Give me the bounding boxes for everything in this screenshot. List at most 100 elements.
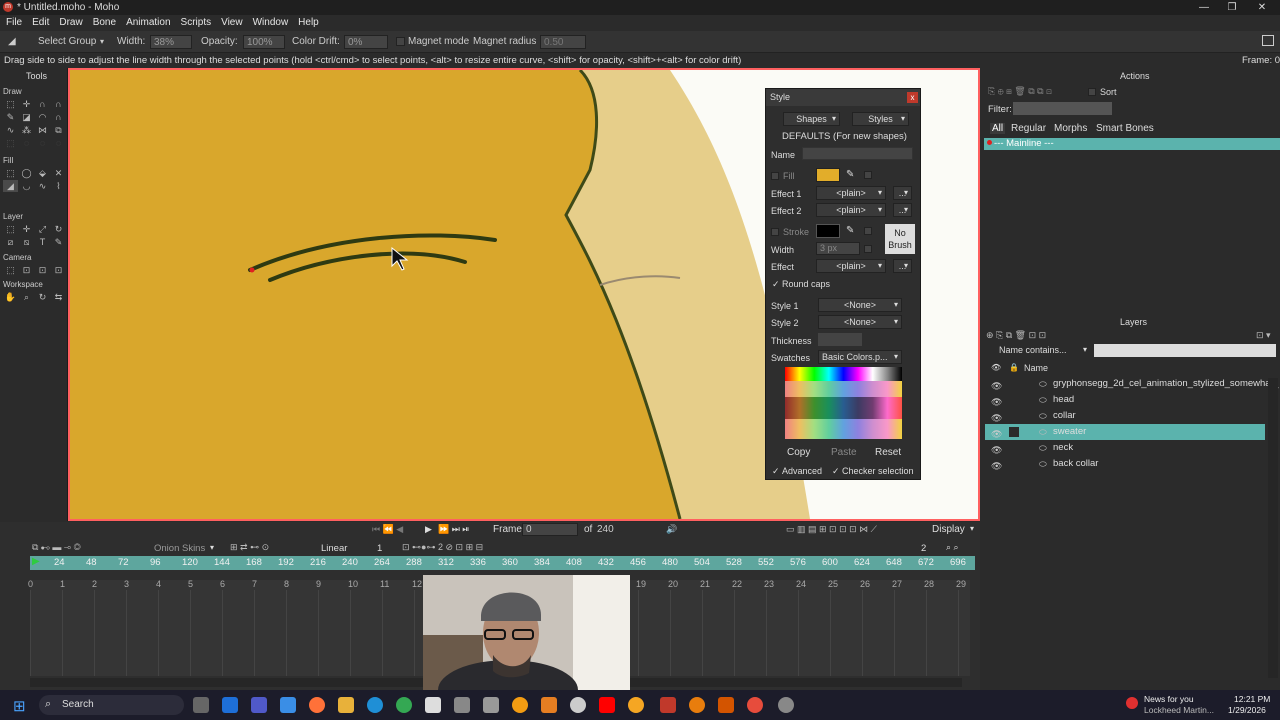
menu-bone[interactable]: Bone: [93, 17, 116, 28]
width-extra-checkbox[interactable]: [864, 245, 872, 253]
name-input[interactable]: [802, 147, 913, 160]
swatches-dropdown[interactable]: Basic Colors.p...: [818, 350, 902, 364]
delete-shape-icon[interactable]: ✕: [51, 167, 66, 179]
teams-icon[interactable]: [251, 697, 267, 713]
timeline-tool-icons[interactable]: ⧉ ⊷ ▬ ⊸ ◎: [32, 542, 81, 553]
blender-icon[interactable]: [689, 697, 705, 713]
onion-skins-dropdown[interactable]: Onion Skins: [154, 543, 205, 554]
track-camera-icon[interactable]: ⬚: [3, 264, 18, 276]
rotate-workspace-icon[interactable]: ↻: [35, 291, 50, 303]
eyedropper-icon[interactable]: ✎: [51, 236, 66, 248]
stroke-width-input[interactable]: 3 px: [816, 242, 860, 255]
timeline-zoom-icons[interactable]: ⌕ ⌕: [946, 542, 959, 553]
shear-icon[interactable]: ⧉: [51, 124, 66, 136]
delete-edge-icon[interactable]: ◠: [35, 111, 50, 123]
menu-draw[interactable]: Draw: [59, 17, 82, 28]
sort-checkbox[interactable]: [1088, 88, 1096, 96]
checker-selection-checkbox[interactable]: ✓: [832, 466, 840, 477]
stroke-eyedropper-icon[interactable]: ✎: [846, 225, 854, 236]
scatter-icon[interactable]: ⁂: [19, 124, 34, 136]
app-icon-3[interactable]: [512, 697, 528, 713]
magnet-mode-checkbox[interactable]: [396, 37, 405, 46]
visibility-eye-icon[interactable]: 👁: [991, 458, 1002, 474]
firefox-icon[interactable]: [309, 697, 325, 713]
menu-animation[interactable]: Animation: [126, 17, 170, 28]
ruler-bar[interactable]: ▶ 24 48 72 96 120 144 168 192 216 240 264 288 312 336…: [30, 556, 975, 570]
layer-lock-icon[interactable]: [1009, 427, 1019, 437]
app-icon-1[interactable]: [454, 697, 470, 713]
noise-icon[interactable]: ∿: [3, 124, 18, 136]
line-width-icon[interactable]: ◢: [3, 180, 18, 192]
openai-icon[interactable]: [570, 697, 586, 713]
curve-profile-icon[interactable]: ⌇: [51, 180, 66, 192]
perspective-icon[interactable]: ⋈: [35, 124, 50, 136]
color-drift-input[interactable]: 0%: [344, 35, 388, 49]
layer-lock-icon[interactable]: [1009, 443, 1019, 453]
name-contains-dropdown[interactable]: Name contains...: [994, 344, 1090, 358]
swatch-palette[interactable]: [785, 367, 902, 439]
layer-row[interactable]: 👁 ⬭ head: [985, 392, 1265, 408]
key-tool-icons[interactable]: ⊞ ⇄ ⊷ ⊙: [230, 542, 269, 553]
curvature-icon[interactable]: ∩: [51, 98, 66, 110]
pan-tilt-icon[interactable]: ⊡: [51, 264, 66, 276]
stroke-extra-checkbox[interactable]: [864, 227, 872, 235]
reset-button[interactable]: Reset: [875, 447, 901, 458]
menu-scripts[interactable]: Scripts: [181, 17, 212, 28]
news-title[interactable]: News for you: [1144, 694, 1194, 704]
flip-layer-icon[interactable]: ⧅: [19, 236, 34, 248]
app-icon-4[interactable]: [541, 697, 557, 713]
layer-lock-icon[interactable]: [1009, 379, 1019, 389]
magnet-icon[interactable]: ∩: [51, 111, 66, 123]
menu-window[interactable]: Window: [253, 17, 289, 28]
select-group-dropdown[interactable]: Select Group: [38, 31, 96, 53]
layers-settings-icon[interactable]: ⊡ ▾: [1256, 330, 1271, 341]
zoom-level[interactable]: 2: [921, 543, 926, 554]
display-dropdown[interactable]: Display: [932, 524, 965, 535]
layer-row[interactable]: 👁 ⬭ neck: [985, 440, 1265, 456]
shapes-dropdown[interactable]: Shapes: [783, 112, 840, 126]
step-input[interactable]: 1: [377, 543, 382, 554]
zoom-camera-icon[interactable]: ⊡: [19, 264, 34, 276]
interpolation-dropdown[interactable]: Linear: [321, 543, 347, 554]
orbit-icon[interactable]: ⇆: [51, 291, 66, 303]
style-panel-close-button[interactable]: x: [907, 92, 918, 103]
set-origin-icon[interactable]: ⬚: [3, 223, 18, 235]
advanced-checkbox[interactable]: ✓: [772, 466, 780, 477]
tab-all[interactable]: All: [990, 123, 1006, 134]
style1-dropdown[interactable]: <None>: [818, 298, 902, 312]
zoom-icon[interactable]: ⌕: [19, 291, 34, 303]
effect1-more-button[interactable]: ...: [893, 186, 912, 200]
translate-layer-icon[interactable]: ✛: [19, 223, 34, 235]
fill-extra-checkbox[interactable]: [864, 171, 872, 179]
app-icon-7[interactable]: [747, 697, 763, 713]
menu-help[interactable]: Help: [298, 17, 319, 28]
edge-icon[interactable]: [367, 697, 383, 713]
outlook-icon[interactable]: [222, 697, 238, 713]
layer-row[interactable]: 👁 ⬭ back collar: [985, 456, 1265, 472]
actions-toolbar-icons[interactable]: ⎘ ⊕ ⊞ 🗑 ⧉ ⧉ ⊡: [988, 86, 1052, 97]
view-mode-icons[interactable]: ▭ ▥ ▤ ⊞ ⊡ ⊡ ⊡ ⋈ ⟋: [786, 524, 877, 535]
windows-start-icon[interactable]: ⊞: [13, 697, 26, 715]
obs-icon[interactable]: [778, 697, 794, 713]
panel-toggle-icon[interactable]: [1262, 35, 1274, 46]
layer-row[interactable]: 👁 ⬭ gryphonsegg_2d_cel_animation_stylized_…: [985, 376, 1279, 392]
search-box[interactable]: ⌕ Search: [39, 695, 184, 715]
fill-color-swatch[interactable]: [816, 168, 840, 182]
stroke-effect-more-button[interactable]: ...: [893, 259, 912, 273]
playback-rewind-controls[interactable]: ⏮ ⏪ ◀: [372, 524, 403, 535]
opacity-input[interactable]: 100%: [243, 35, 285, 49]
layer-search-input[interactable]: [1094, 344, 1276, 357]
draw-shape-icon[interactable]: ◪: [19, 111, 34, 123]
minimize-button[interactable]: —: [1190, 0, 1218, 15]
layer-lock-icon[interactable]: [1009, 411, 1019, 421]
stroke-checkbox[interactable]: [771, 228, 779, 236]
scale-layer-icon[interactable]: ⤢: [35, 223, 50, 235]
add-point-icon[interactable]: ∩: [35, 98, 50, 110]
effect1-dropdown[interactable]: <plain>: [816, 186, 886, 200]
youtube-icon[interactable]: [599, 697, 615, 713]
rotate-layer-icon[interactable]: ↻: [51, 223, 66, 235]
effect2-dropdown[interactable]: <plain>: [816, 203, 886, 217]
layer-lock-icon[interactable]: [1009, 395, 1019, 405]
stroke-exposure-icon[interactable]: ∿: [35, 180, 50, 192]
styles-dropdown[interactable]: Styles: [852, 112, 909, 126]
